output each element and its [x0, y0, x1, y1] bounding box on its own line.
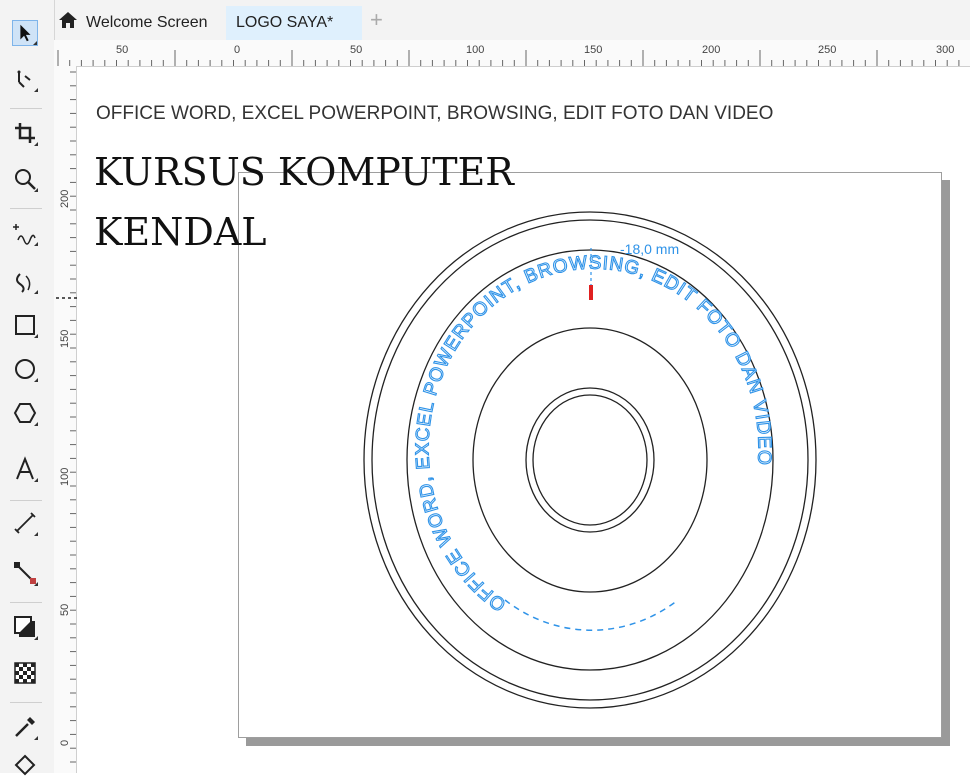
logo-artwork: OFFICE WORD, EXCEL POWERPOINT, BROWSING,…: [54, 211, 817, 709]
center-ring-inner[interactable]: [532, 394, 648, 526]
text-cursor-marker[interactable]: [589, 285, 593, 300]
offset-value-label: -18,0 mm: [620, 241, 679, 257]
inner-ring[interactable]: [472, 327, 708, 593]
center-ring-outer[interactable]: [525, 387, 655, 533]
text-path-guide[interactable]: [504, 599, 679, 631]
curved-text[interactable]: OFFICE WORD, EXCEL POWERPOINT, BROWSING,…: [412, 252, 774, 616]
